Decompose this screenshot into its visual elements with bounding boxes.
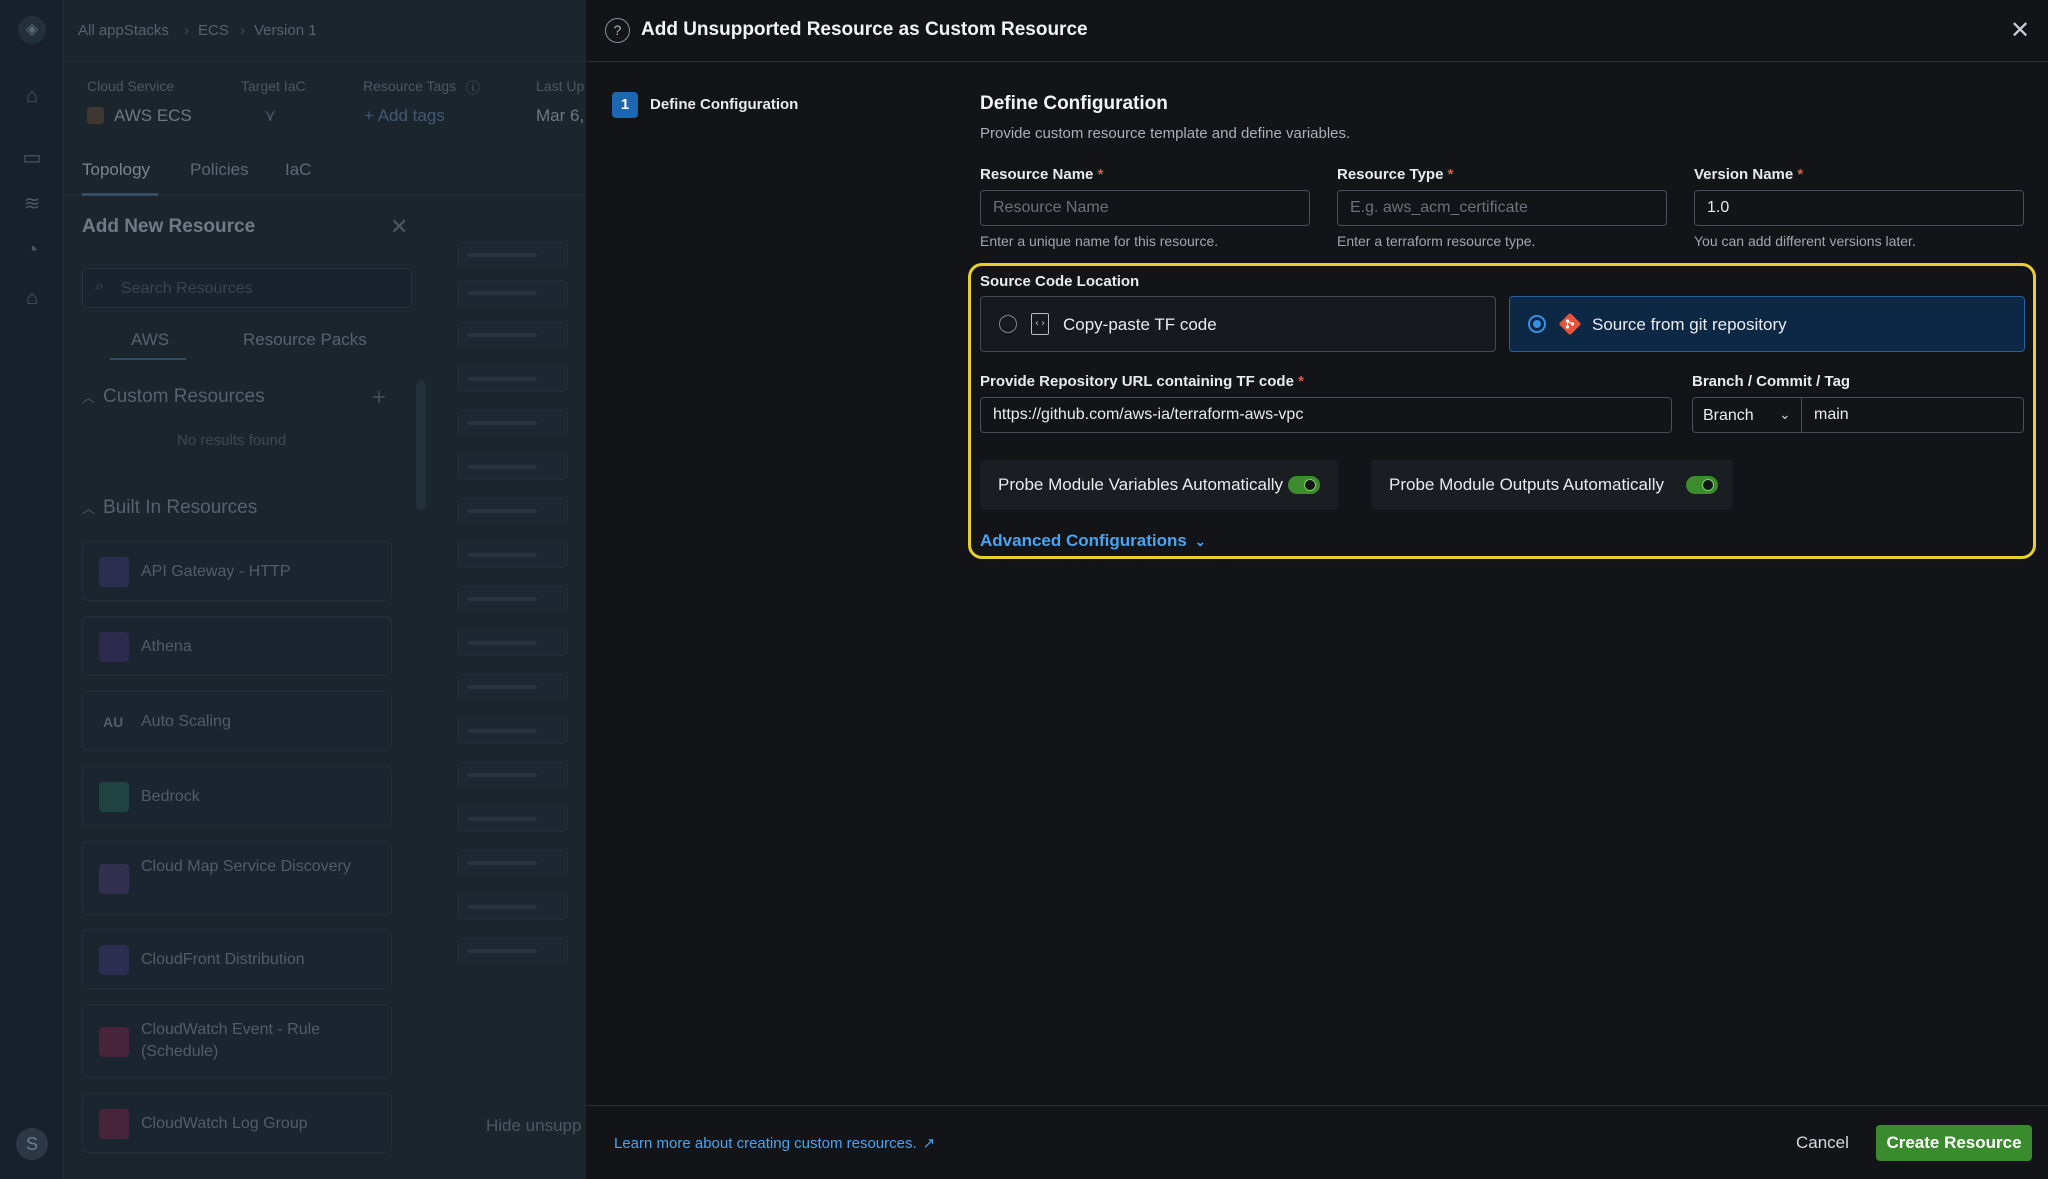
chevron-down-icon: ⌄	[1194, 534, 1206, 549]
cancel-button[interactable]: Cancel	[1784, 1126, 1861, 1160]
branch-label: Branch / Commit / Tag	[1692, 373, 1851, 390]
version-name-hint: You can add different versions later.	[1694, 233, 1916, 249]
probe-variables-toggle[interactable]	[1288, 476, 1320, 494]
probe-variables-card: Probe Module Variables Automatically	[980, 460, 1338, 510]
step-label[interactable]: Define Configuration	[650, 96, 798, 113]
modal-footer: Learn more about creating custom resourc…	[586, 1105, 2048, 1179]
advanced-configurations-label: Advanced Configurations	[980, 531, 1187, 550]
repo-url-input[interactable]	[980, 397, 1672, 433]
learn-more-label: Learn more about creating custom resourc…	[614, 1135, 917, 1152]
resource-name-input[interactable]	[980, 190, 1310, 226]
resource-type-label-text: Resource Type	[1337, 166, 1444, 183]
resource-type-hint: Enter a terraform resource type.	[1337, 233, 1536, 249]
copy-paste-radio[interactable]	[999, 315, 1017, 333]
repo-url-label: Provide Repository URL containing TF cod…	[980, 373, 1304, 390]
git-icon	[1559, 313, 1581, 335]
chevron-down-icon: ⌄	[1779, 406, 1791, 422]
external-link-icon: ↗	[922, 1135, 936, 1152]
probe-outputs-toggle[interactable]	[1686, 476, 1718, 494]
copy-paste-option[interactable]: ‹› Copy-paste TF code	[980, 296, 1496, 352]
git-repository-option[interactable]: Source from git repository	[1509, 296, 2025, 352]
probe-variables-label: Probe Module Variables Automatically	[998, 475, 1284, 494]
version-name-label-text: Version Name	[1694, 166, 1794, 183]
git-repository-radio[interactable]	[1528, 315, 1546, 333]
required-mark: *	[1298, 373, 1304, 390]
branch-type-value: Branch	[1703, 407, 1754, 424]
create-resource-button[interactable]: Create Resource	[1876, 1125, 2032, 1161]
help-icon: ?	[605, 18, 630, 43]
copy-paste-label: Copy-paste TF code	[1063, 315, 1217, 334]
version-name-label: Version Name *	[1694, 166, 1803, 183]
custom-resource-modal: ? Add Unsupported Resource as Custom Res…	[586, 0, 2048, 1179]
resource-name-label-text: Resource Name	[980, 166, 1094, 183]
version-name-input[interactable]	[1694, 190, 2024, 226]
resource-type-label: Resource Type *	[1337, 166, 1453, 183]
learn-more-link[interactable]: Learn more about creating custom resourc…	[614, 1134, 935, 1152]
source-code-location-label: Source Code Location	[980, 273, 1140, 290]
repo-url-label-text: Provide Repository URL containing TF cod…	[980, 373, 1294, 390]
branch-type-select[interactable]: Branch ⌄	[1692, 397, 1802, 433]
advanced-configurations-link[interactable]: Advanced Configurations ⌄	[980, 531, 1206, 551]
section-subtitle: Provide custom resource template and def…	[980, 125, 1351, 142]
modal-header: ? Add Unsupported Resource as Custom Res…	[586, 0, 2048, 62]
required-mark: *	[1097, 166, 1104, 183]
resource-name-hint: Enter a unique name for this resource.	[980, 233, 1219, 249]
code-file-icon: ‹›	[1031, 313, 1049, 335]
close-icon[interactable]: ✕	[2010, 16, 2030, 45]
resource-type-input[interactable]	[1337, 190, 1667, 226]
probe-outputs-label: Probe Module Outputs Automatically	[1389, 475, 1664, 494]
step-number-badge: 1	[612, 92, 638, 118]
required-mark: *	[1797, 166, 1804, 183]
modal-backdrop[interactable]	[0, 0, 586, 1179]
probe-outputs-card: Probe Module Outputs Automatically	[1371, 460, 1733, 510]
modal-title: Add Unsupported Resource as Custom Resou…	[641, 19, 1088, 40]
required-mark: *	[1447, 166, 1454, 183]
resource-name-label: Resource Name *	[980, 166, 1103, 183]
section-title: Define Configuration	[980, 93, 1168, 114]
git-repository-label: Source from git repository	[1592, 315, 1787, 334]
branch-input[interactable]	[1801, 397, 2024, 433]
